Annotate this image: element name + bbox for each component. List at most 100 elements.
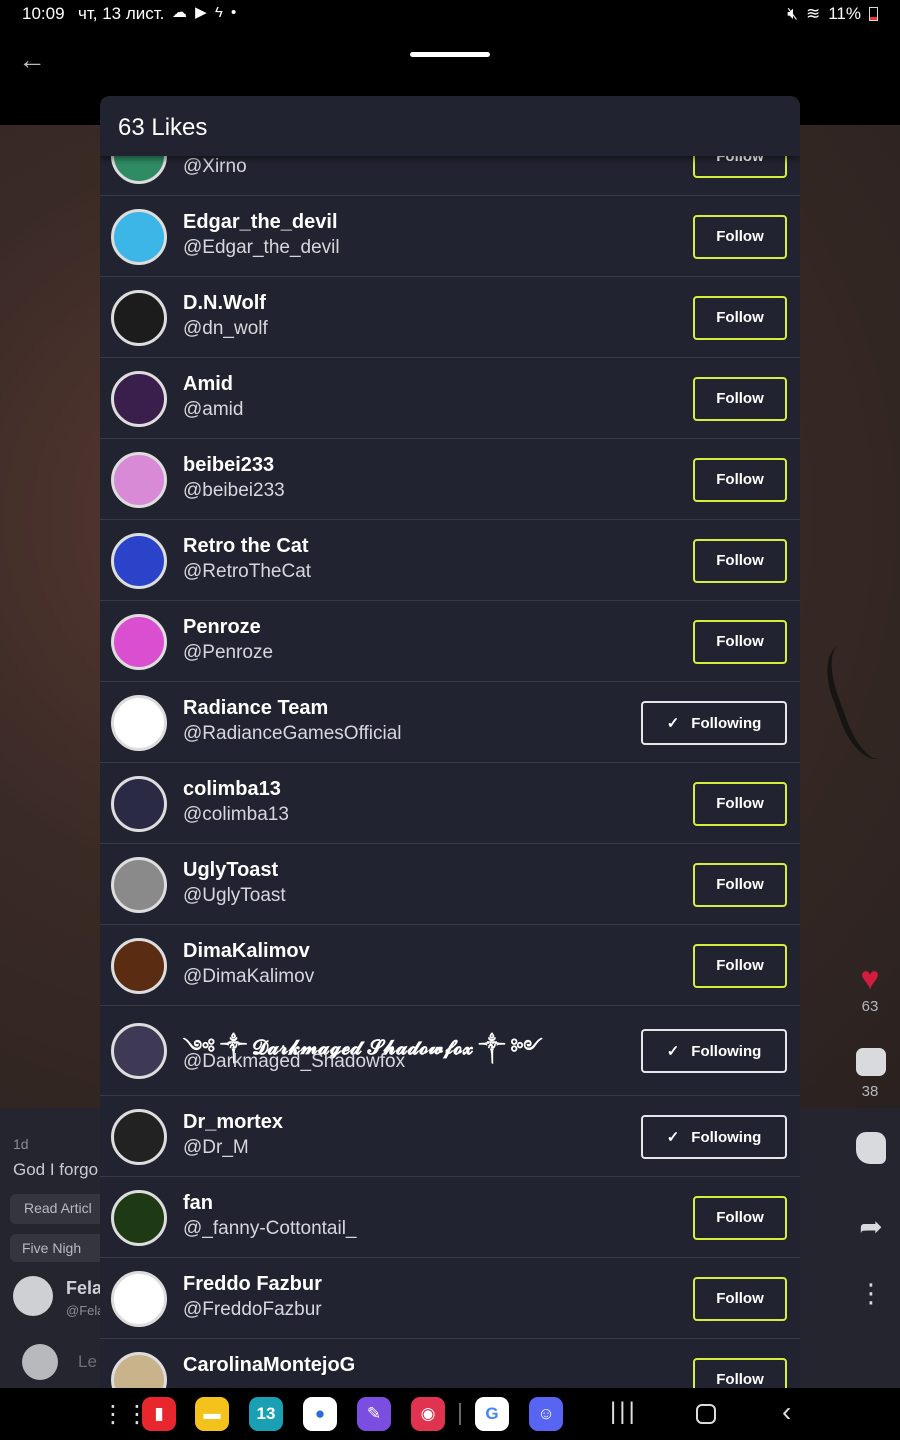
follow-button[interactable]: Follow [693,781,787,826]
user-avatar[interactable] [111,208,167,265]
user-handle: @amid [183,398,244,420]
user-name[interactable]: Edgar_the_devil [183,211,338,234]
liker-row[interactable]: CarolinaMontejoG Follow [100,1339,800,1388]
user-handle: @Penroze [183,641,274,663]
author-name[interactable]: Fela [66,1278,102,1299]
user-name[interactable]: Dr_mortex [183,1111,283,1134]
user-avatar[interactable] [111,370,167,427]
follow-button[interactable]: Follow [693,376,787,421]
liker-row[interactable]: Penroze @Penroze Follow [100,601,800,682]
follow-button[interactable]: Follow [693,862,787,907]
community-chip[interactable]: Five Nigh [10,1234,105,1262]
user-avatar[interactable] [111,1108,167,1165]
user-avatar[interactable] [111,532,167,589]
liker-row[interactable]: Freddo Fazbur @FreddoFazbur Follow [100,1258,800,1339]
user-name[interactable]: Freddo Fazbur [183,1273,322,1296]
following-button[interactable]: ✓ Following [641,1029,787,1073]
discord-app-icon[interactable]: ☺ [529,1397,563,1431]
comment-icon[interactable] [856,1048,886,1076]
user-avatar[interactable] [111,775,167,832]
status-right: 🔇︎ ≋ 11% [787,4,878,24]
follow-button[interactable]: Follow [693,538,787,583]
status-time: 10:09 [22,4,65,23]
button-label: Following [691,714,762,732]
follow-button[interactable]: Follow [693,1357,787,1388]
user-avatar[interactable] [111,289,167,346]
user-avatar[interactable] [111,856,167,913]
liker-row[interactable]: DimaKalimov @DimaKalimov Follow [100,925,800,1006]
liker-row[interactable]: ༺ ༒ 𝓓𝓪𝓻𝓴𝓶𝓪𝓰𝓮𝓭 𝓢𝓱𝓪𝓭𝓸𝔀𝓯𝓸𝔁 ༒ ༻ @Darkmaged_Sh… [100,1006,800,1096]
liker-row[interactable]: Retro the Cat @RetroTheCat Follow [100,520,800,601]
files-app-icon[interactable]: ▬ [195,1397,229,1431]
user-name[interactable]: Retro the Cat [183,535,309,558]
user-name[interactable]: Radiance Team [183,697,328,720]
likes-count[interactable]: 63 [850,998,890,1015]
button-label: Follow [716,471,764,488]
user-name[interactable]: Penroze [183,616,261,639]
likers-list[interactable]: @Xirno Follow Edgar_the_devil @Edgar_the_de… [100,116,800,1388]
liker-row[interactable]: beibei233 @beibei233 Follow [100,439,800,520]
calendar-app-icon[interactable]: 13 [249,1397,283,1431]
check-icon: ✓ [666,714,680,732]
button-label: Follow [716,633,764,650]
liker-row[interactable]: fan @_fanny-Cottontail_ Follow [100,1177,800,1258]
user-name[interactable]: colimba13 [183,778,281,801]
user-name[interactable]: CarolinaMontejoG [183,1354,355,1377]
more-options-icon[interactable]: ⋮ [852,1278,890,1309]
home-icon[interactable] [696,1404,716,1424]
back-icon[interactable]: ‹ [782,1396,791,1428]
follow-button[interactable]: Follow [693,295,787,340]
user-name[interactable]: UglyToast [183,859,278,882]
button-label: Follow [716,390,764,407]
camera-app-icon[interactable]: ◉ [411,1397,445,1431]
liker-row[interactable]: D.N.Wolf @dn_wolf Follow [100,277,800,358]
recents-icon[interactable]: ||| [610,1398,638,1426]
user-name[interactable]: DimaKalimov [183,940,310,963]
follow-button[interactable]: Follow [693,214,787,259]
liker-row[interactable]: Radiance Team @RadianceGamesOfficial ✓ Foll… [100,682,800,763]
back-arrow-icon[interactable]: ← [18,44,46,76]
post-text[interactable]: God I forgo [13,1160,98,1180]
liker-row[interactable]: UglyToast @UglyToast Follow [100,844,800,925]
heart-icon[interactable]: ♥ [852,960,888,997]
follow-button[interactable]: Follow [693,619,787,664]
user-avatar[interactable] [111,694,167,751]
share-icon[interactable]: ➦ [852,1210,890,1243]
messages-app-icon[interactable]: ● [303,1397,337,1431]
mute-icon: 🔇︎ [787,4,798,23]
user-avatar[interactable] [111,613,167,670]
follow-button[interactable]: Follow [693,1195,787,1240]
user-avatar[interactable] [111,1351,167,1388]
following-button[interactable]: ✓ Following [641,700,787,745]
sheet-header: 63 Likes [100,96,800,156]
flipboard-app-icon[interactable]: ▮ [142,1397,176,1431]
button-label: Following [691,1043,762,1060]
sheet-drag-handle[interactable] [410,52,490,57]
user-name[interactable]: Amid [183,373,233,396]
author-handle: @Fela [66,1303,105,1318]
following-button[interactable]: ✓ Following [641,1114,787,1159]
user-name[interactable]: D.N.Wolf [183,292,266,315]
read-article-button[interactable]: Read Articl [10,1194,105,1224]
user-avatar[interactable] [111,937,167,994]
user-name[interactable]: beibei233 [183,454,274,477]
reaction-icon[interactable] [856,1132,886,1164]
liker-row[interactable]: Edgar_the_devil @Edgar_the_devil Follow [100,196,800,277]
user-avatar[interactable] [111,1023,167,1079]
author-avatar[interactable] [13,1276,53,1316]
liker-row[interactable]: colimba13 @colimba13 Follow [100,763,800,844]
follow-button[interactable]: Follow [693,1276,787,1321]
user-handle: @UglyToast [183,884,286,906]
user-avatar[interactable] [111,451,167,508]
follow-button[interactable]: Follow [693,943,787,988]
comments-count[interactable]: 38 [850,1083,890,1100]
user-avatar[interactable] [111,1189,167,1246]
comment-input[interactable]: Le [78,1352,97,1372]
user-name[interactable]: fan [183,1192,213,1215]
liker-row[interactable]: Dr_mortex @Dr_M ✓ Following [100,1096,800,1177]
user-avatar[interactable] [111,1270,167,1327]
follow-button[interactable]: Follow [693,457,787,502]
liker-row[interactable]: Amid @amid Follow [100,358,800,439]
google-app-icon[interactable]: G [475,1397,509,1431]
notes-app-icon[interactable]: ✎ [357,1397,391,1431]
